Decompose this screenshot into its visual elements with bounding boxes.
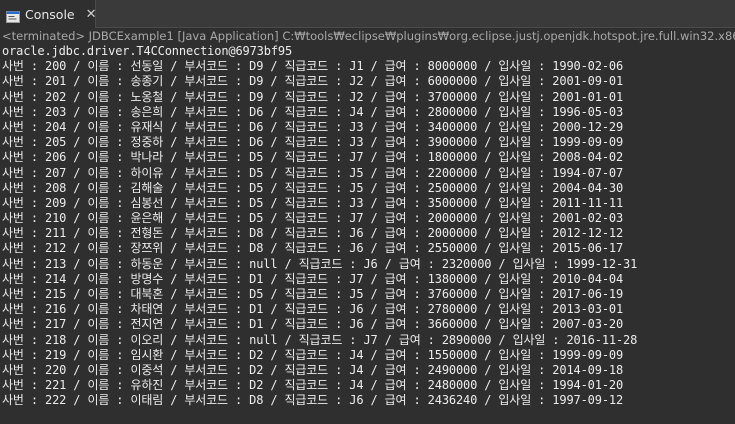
output-line: 사번 : 200 / 이름 : 선동일 / 부서코드 : D9 / 직급코드 :… bbox=[2, 59, 624, 74]
process-description: <terminated> JDBCExample1 [Java Applicat… bbox=[2, 29, 735, 43]
output-line: 사번 : 213 / 이름 : 하동운 / 부서코드 : null / 직급코드… bbox=[2, 256, 638, 271]
output-line: 사번 : 210 / 이름 : 윤은해 / 부서코드 : D5 / 직급코드 :… bbox=[2, 211, 624, 226]
output-line: 사번 : 216 / 이름 : 차태연 / 부서코드 : D1 / 직급코드 :… bbox=[2, 302, 624, 317]
output-line: 사번 : 211 / 이름 : 전형돈 / 부서코드 : D8 / 직급코드 :… bbox=[2, 226, 624, 241]
output-line: 사번 : 209 / 이름 : 심봉선 / 부서코드 : D5 / 직급코드 :… bbox=[2, 195, 624, 210]
output-line: oracle.jdbc.driver.T4CConnection@6973bf9… bbox=[2, 44, 293, 58]
output-line: 사번 : 206 / 이름 : 박나라 / 부서코드 : D5 / 직급코드 :… bbox=[2, 150, 624, 165]
output-line: 사번 : 205 / 이름 : 정중하 / 부서코드 : D6 / 직급코드 :… bbox=[2, 135, 624, 150]
output-line: 사번 : 212 / 이름 : 장쯔위 / 부서코드 : D8 / 직급코드 :… bbox=[2, 241, 624, 256]
output-line: 사번 : 207 / 이름 : 하이유 / 부서코드 : D5 / 직급코드 :… bbox=[2, 165, 624, 180]
output-line: 사번 : 204 / 이름 : 유재식 / 부서코드 : D6 / 직급코드 :… bbox=[2, 119, 624, 134]
output-line: 사번 : 218 / 이름 : 이오리 / 부서코드 : null / 직급코드… bbox=[2, 332, 638, 347]
output-line: 사번 : 221 / 이름 : 유하진 / 부서코드 : D2 / 직급코드 :… bbox=[2, 378, 624, 393]
view-tab-bar: Console ✕ bbox=[0, 0, 735, 28]
output-line: 사번 : 208 / 이름 : 김해술 / 부서코드 : D5 / 직급코드 :… bbox=[2, 180, 624, 195]
output-line: 사번 : 203 / 이름 : 송은희 / 부서코드 : D6 / 직급코드 :… bbox=[2, 104, 624, 119]
console-output[interactable]: oracle.jdbc.driver.T4CConnection@6973bf9… bbox=[2, 44, 735, 424]
close-icon[interactable]: ✕ bbox=[86, 8, 97, 21]
output-line: 사번 : 214 / 이름 : 방명수 / 부서코드 : D1 / 직급코드 :… bbox=[2, 271, 624, 286]
output-line: 사번 : 215 / 이름 : 대북혼 / 부서코드 : D5 / 직급코드 :… bbox=[2, 287, 624, 301]
output-line: 사번 : 217 / 이름 : 전지연 / 부서코드 : D1 / 직급코드 :… bbox=[2, 317, 624, 332]
output-line: 사번 : 222 / 이름 : 이태림 / 부서코드 : D8 / 직급코드 :… bbox=[2, 393, 624, 408]
console-tab-label: Console bbox=[25, 6, 75, 22]
output-line: 사번 : 220 / 이름 : 이중석 / 부서코드 : D2 / 직급코드 :… bbox=[2, 362, 624, 377]
output-line: 사번 : 201 / 이름 : 송종기 / 부서코드 : D9 / 직급코드 :… bbox=[2, 74, 624, 89]
output-line: 사번 : 219 / 이름 : 임시환 / 부서코드 : D2 / 직급코드 :… bbox=[2, 347, 624, 362]
console-tab[interactable]: Console ✕ bbox=[0, 0, 97, 28]
output-line: 사번 : 202 / 이름 : 노옹철 / 부서코드 : D9 / 직급코드 :… bbox=[2, 89, 624, 104]
console-icon bbox=[6, 8, 20, 23]
